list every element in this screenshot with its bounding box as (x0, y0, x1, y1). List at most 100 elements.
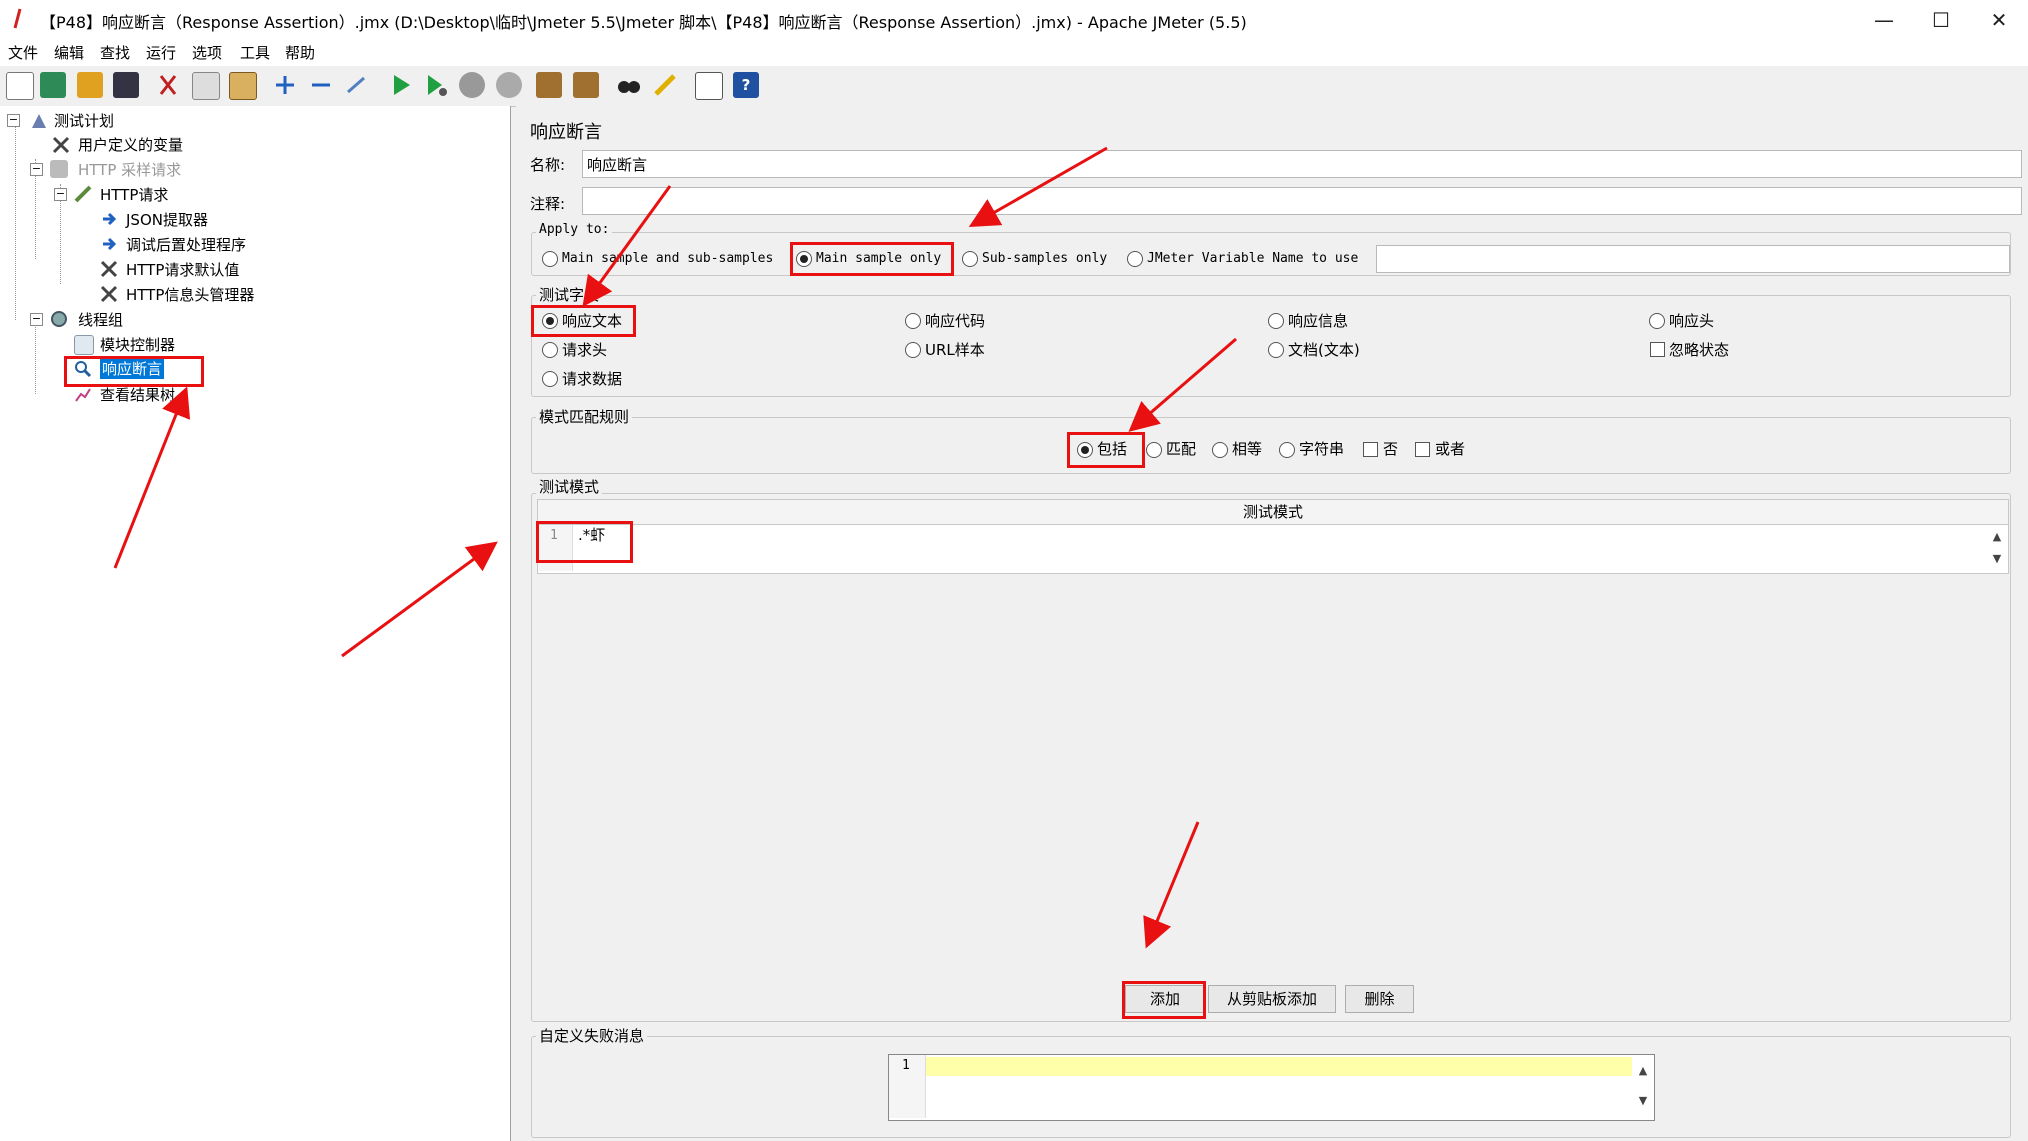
wrench-icon (100, 285, 118, 303)
clear-all-icon[interactable] (573, 72, 599, 98)
collapse-icon[interactable] (308, 72, 334, 98)
not-checkbox[interactable] (1363, 442, 1378, 457)
comment-input[interactable] (582, 187, 2022, 215)
search-icon[interactable] (616, 72, 642, 98)
window-title: 【P48】响应断言（Response Assertion）.jmx (D:\De… (40, 13, 1247, 32)
apply-to-title: Apply to: (536, 222, 613, 237)
tree-item-thread-group[interactable]: 线程组 (78, 309, 123, 330)
shutdown-icon[interactable] (496, 72, 522, 98)
radio-response-headers[interactable] (1649, 313, 1665, 329)
menu-run[interactable]: 运行 (146, 42, 176, 63)
paste-icon[interactable] (229, 72, 257, 100)
patterns-column-header[interactable]: 测试模式 (537, 499, 2009, 525)
menu-help[interactable]: 帮助 (285, 42, 315, 63)
tree-item-json-extractor[interactable]: JSON提取器 (126, 209, 208, 230)
field-to-test-title: 测试字段 (536, 284, 603, 305)
pattern-editor[interactable] (537, 524, 2009, 574)
tree-item-debug-postprocessor[interactable]: 调试后置处理程序 (126, 234, 246, 255)
collapse-toggle[interactable]: − (30, 163, 43, 176)
expand-icon[interactable] (272, 72, 298, 98)
highlight-box (64, 356, 204, 387)
radio-jmeter-variable[interactable] (1127, 251, 1143, 267)
menu-tools[interactable]: 工具 (240, 42, 270, 63)
open-icon[interactable] (77, 72, 103, 98)
close-button[interactable]: ✕ (1970, 0, 2028, 40)
start-icon[interactable] (388, 72, 414, 98)
radio-response-code[interactable] (905, 313, 921, 329)
radio-jmeter-variable-label: JMeter Variable Name to use (1147, 251, 1359, 266)
start-no-pause-icon[interactable] (423, 72, 449, 98)
radio-sub-only[interactable] (962, 251, 978, 267)
custom-failure-title: 自定义失败消息 (536, 1025, 648, 1046)
radio-equals-label: 相等 (1232, 440, 1263, 458)
tree-line (35, 324, 36, 394)
collapse-toggle[interactable]: − (54, 188, 67, 201)
radio-sub-only-label: Sub-samples only (982, 251, 1108, 266)
collapse-toggle[interactable]: − (7, 114, 20, 127)
highlight-box (1122, 981, 1206, 1019)
reset-search-icon[interactable] (652, 72, 678, 98)
radio-request-data[interactable] (542, 371, 558, 387)
radio-document-text[interactable] (1268, 342, 1284, 358)
custom-failure-scrollbar[interactable]: ▲ ▼ (1634, 1056, 1652, 1118)
highlight-box (790, 242, 954, 276)
menu-file[interactable]: 文件 (8, 42, 38, 63)
comment-label: 注释: (530, 195, 566, 213)
tree-item-http-defaults[interactable]: HTTP请求默认值 (126, 259, 239, 280)
pattern-rules-title: 模式匹配规则 (536, 406, 633, 427)
menu-edit[interactable]: 编辑 (54, 42, 84, 63)
name-input[interactable] (582, 150, 2022, 178)
pattern-scrollbar[interactable]: ▲ ▼ (1988, 526, 2006, 570)
jmeter-variable-input[interactable] (1376, 245, 2010, 273)
help-icon[interactable]: ? (733, 72, 759, 98)
tree-item-user-variables[interactable]: 用户定义的变量 (78, 134, 183, 155)
jmeter-feather-icon (12, 8, 22, 30)
delete-button[interactable]: 删除 (1345, 985, 1414, 1013)
tree-item-view-results-tree[interactable]: 查看结果树 (100, 384, 175, 405)
pipette-icon (74, 185, 92, 203)
radio-response-code-label: 响应代码 (925, 312, 986, 330)
radio-request-data-label: 请求数据 (562, 370, 623, 388)
highlight-box (1067, 432, 1145, 468)
clear-icon[interactable] (536, 72, 562, 98)
radio-equals[interactable] (1212, 442, 1228, 458)
tree-item-test-plan[interactable]: 测试计划 (54, 110, 114, 131)
radio-response-message[interactable] (1268, 313, 1284, 329)
not-label: 否 (1383, 440, 1399, 458)
gear-icon (50, 310, 68, 328)
save-icon[interactable] (113, 72, 139, 98)
radio-main-and-sub[interactable] (542, 251, 558, 267)
toolbar (0, 66, 2028, 107)
function-helper-icon[interactable] (695, 72, 723, 100)
highlight-box (536, 521, 633, 563)
radio-request-headers-label: 请求头 (562, 341, 608, 359)
cut-icon[interactable] (155, 72, 181, 98)
minimize-button[interactable]: — (1855, 0, 1913, 40)
or-checkbox[interactable] (1415, 442, 1430, 457)
or-label: 或者 (1435, 440, 1466, 458)
tree-item-module-controller[interactable]: 模块控制器 (100, 334, 175, 355)
ignore-status-label: 忽略状态 (1669, 341, 1730, 359)
menu-options[interactable]: 选项 (192, 42, 222, 63)
tree-item-http-sampler-group[interactable]: HTTP 采样请求 (78, 159, 181, 180)
radio-response-headers-label: 响应头 (1669, 312, 1715, 330)
collapse-toggle[interactable]: − (30, 313, 43, 326)
tree-item-header-manager[interactable]: HTTP信息头管理器 (126, 284, 254, 305)
templates-icon[interactable] (40, 72, 66, 98)
title-bar: 【P48】响应断言（Response Assertion）.jmx (D:\De… (0, 0, 2028, 40)
radio-matches[interactable] (1146, 442, 1162, 458)
add-from-clipboard-button[interactable]: 从剪贴板添加 (1208, 985, 1336, 1013)
radio-substring[interactable] (1279, 442, 1295, 458)
ignore-status-checkbox[interactable] (1650, 342, 1665, 357)
maximize-button[interactable]: ☐ (1912, 0, 1970, 40)
custom-failure-current-line[interactable] (926, 1057, 1632, 1076)
panel-title: 响应断言 (530, 122, 602, 143)
stop-icon[interactable] (459, 72, 485, 98)
copy-icon[interactable] (192, 72, 220, 100)
menu-search[interactable]: 查找 (100, 42, 130, 63)
radio-request-headers[interactable] (542, 342, 558, 358)
tree-item-http-request[interactable]: HTTP请求 (100, 184, 168, 205)
radio-url-sampled[interactable] (905, 342, 921, 358)
toggle-icon[interactable] (344, 72, 370, 98)
new-icon[interactable] (6, 72, 34, 100)
